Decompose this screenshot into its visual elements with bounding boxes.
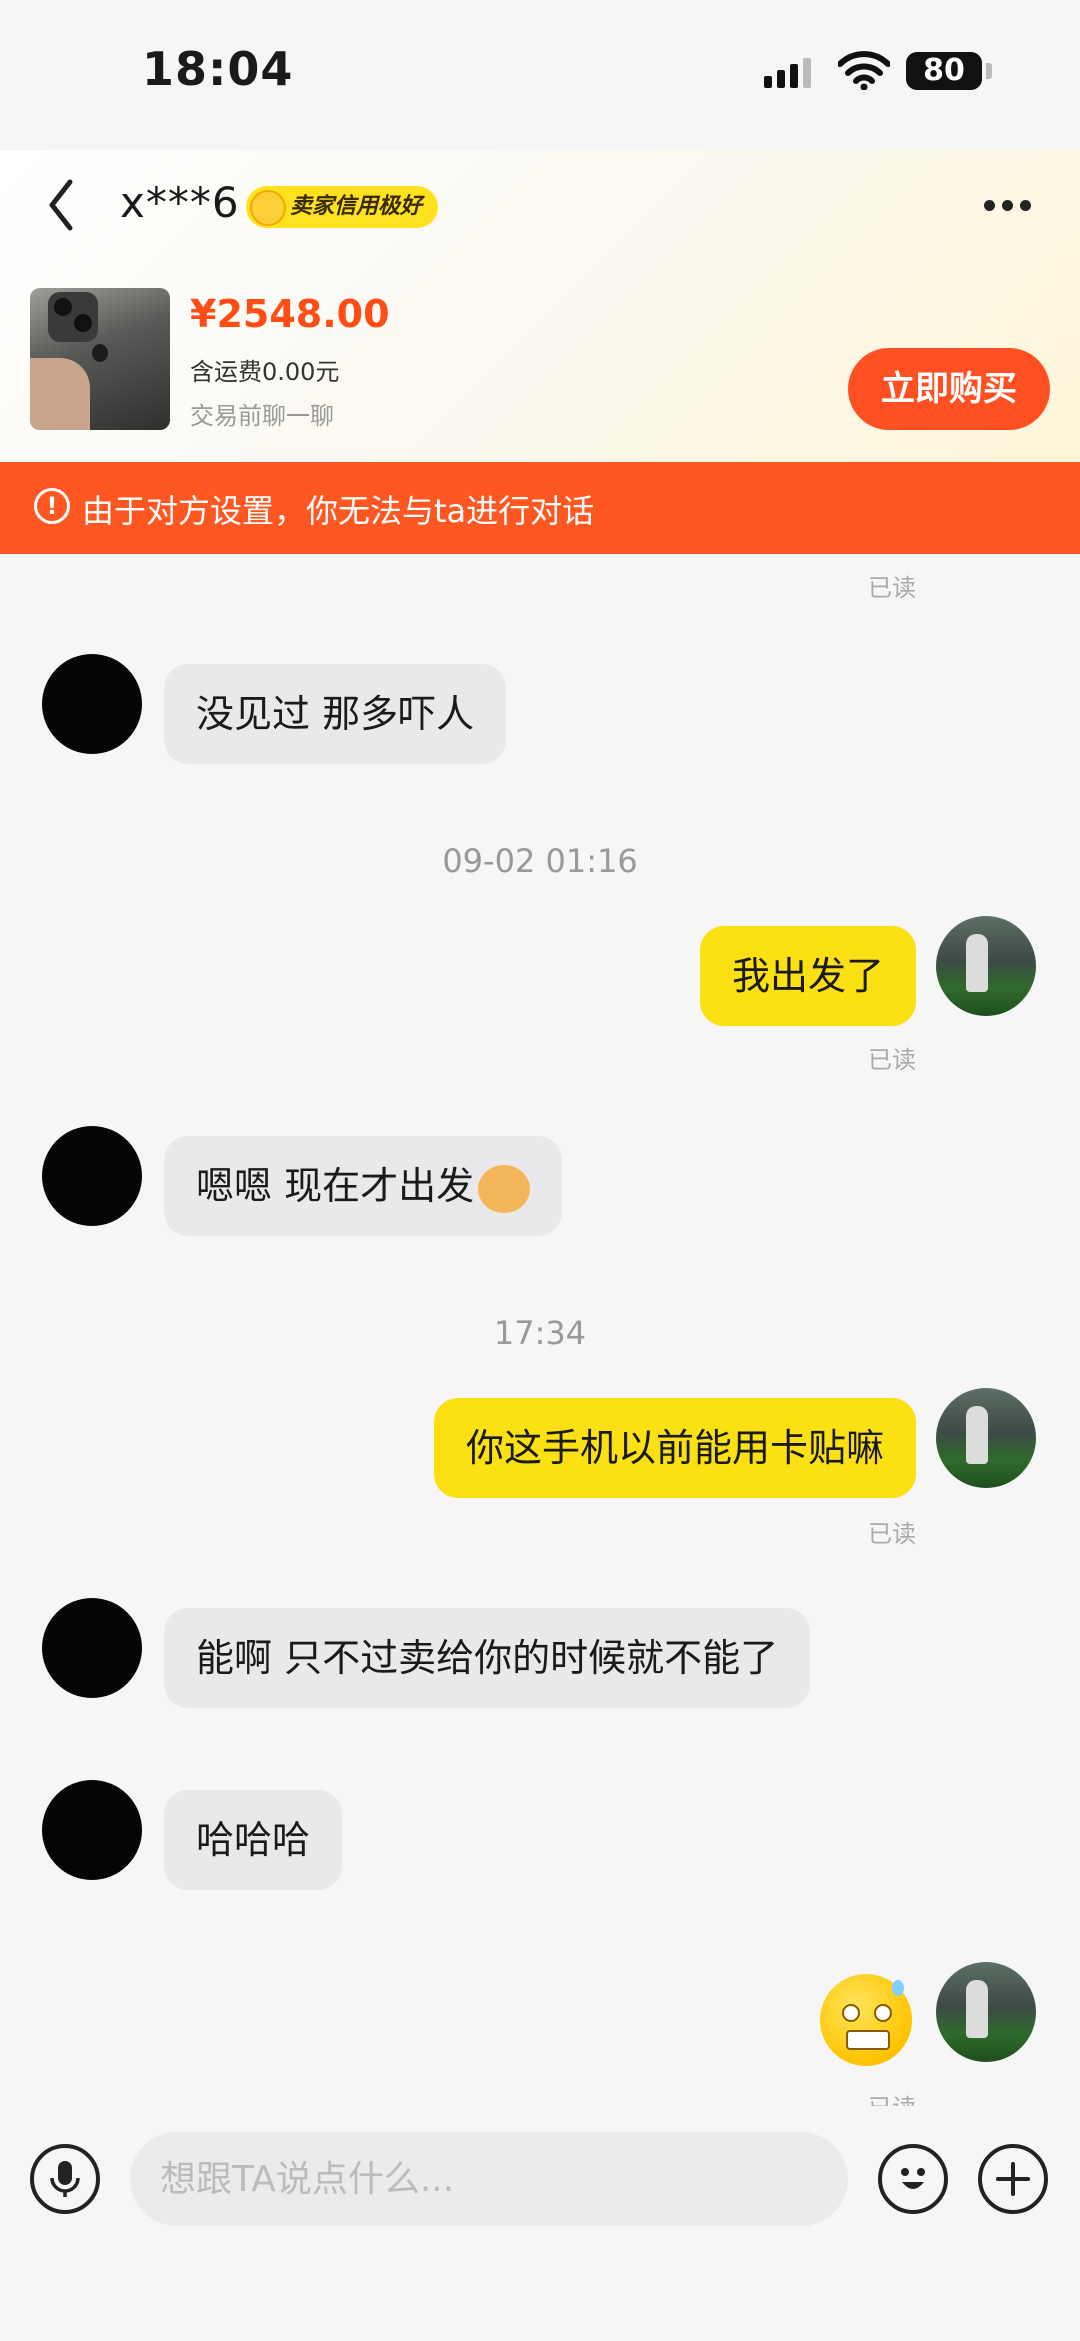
warning-text: 由于对方设置，你无法与ta进行对话 bbox=[82, 492, 595, 530]
seller-name[interactable]: x***6 bbox=[120, 178, 240, 227]
message-text: 嗯嗯 现在才出发 bbox=[196, 1164, 475, 1208]
seller-avatar[interactable] bbox=[42, 1126, 142, 1226]
user-avatar[interactable] bbox=[936, 1962, 1036, 2062]
user-avatar[interactable] bbox=[936, 1388, 1036, 1488]
chat-timestamp: 09-02 01:16 bbox=[442, 842, 638, 880]
seller-avatar[interactable] bbox=[42, 1598, 142, 1698]
chevron-left-icon[interactable] bbox=[40, 174, 84, 236]
battery-indicator: 80 bbox=[906, 52, 982, 90]
microphone-icon[interactable] bbox=[30, 2144, 100, 2214]
smiley-icon[interactable] bbox=[878, 2144, 948, 2214]
read-receipt: 已读 bbox=[868, 1046, 916, 1074]
seller-avatar[interactable] bbox=[42, 654, 142, 754]
message-bubble-incoming[interactable]: 没见过 那多吓人 bbox=[164, 664, 507, 764]
product-price: ¥2548.00 bbox=[190, 292, 390, 336]
read-receipt: 已读 bbox=[868, 1520, 916, 1548]
plus-icon[interactable] bbox=[978, 2144, 1048, 2214]
chat-timestamp: 17:34 bbox=[493, 1314, 587, 1352]
message-bubble-incoming[interactable]: 嗯嗯 现在才出发 bbox=[164, 1136, 563, 1236]
pre-chat-note: 交易前聊一聊 bbox=[190, 402, 334, 430]
message-bubble-incoming[interactable]: 哈哈哈 bbox=[164, 1790, 343, 1890]
wifi-icon bbox=[838, 51, 890, 90]
exclamation-circle-icon: ! bbox=[34, 488, 70, 524]
shiba-dog-emoji bbox=[478, 1164, 531, 1213]
message-bubble-outgoing[interactable]: 我出发了 bbox=[699, 926, 916, 1026]
ellipsis-icon[interactable] bbox=[984, 196, 1044, 212]
status-time: 18:04 bbox=[142, 42, 294, 96]
seller-avatar[interactable] bbox=[42, 1780, 142, 1880]
user-avatar[interactable] bbox=[936, 916, 1036, 1016]
message-input[interactable] bbox=[130, 2132, 848, 2226]
product-thumbnail[interactable] bbox=[30, 288, 170, 430]
buy-now-button[interactable]: 立即购买 bbox=[848, 348, 1050, 430]
battery-tip bbox=[986, 63, 992, 79]
nervous-sweat-face-emoji[interactable] bbox=[820, 1974, 912, 2066]
cellular-signal-icon bbox=[764, 58, 816, 88]
shipping-fee: 含运费0.00元 bbox=[190, 358, 340, 386]
message-bubble-incoming[interactable]: 能啊 只不过卖给你的时候就不能了 bbox=[164, 1608, 811, 1708]
read-receipt: 已读 bbox=[868, 574, 916, 602]
message-bubble-outgoing[interactable]: 你这手机以前能用卡贴嘛 bbox=[433, 1398, 916, 1498]
cool-face-icon bbox=[250, 190, 286, 226]
